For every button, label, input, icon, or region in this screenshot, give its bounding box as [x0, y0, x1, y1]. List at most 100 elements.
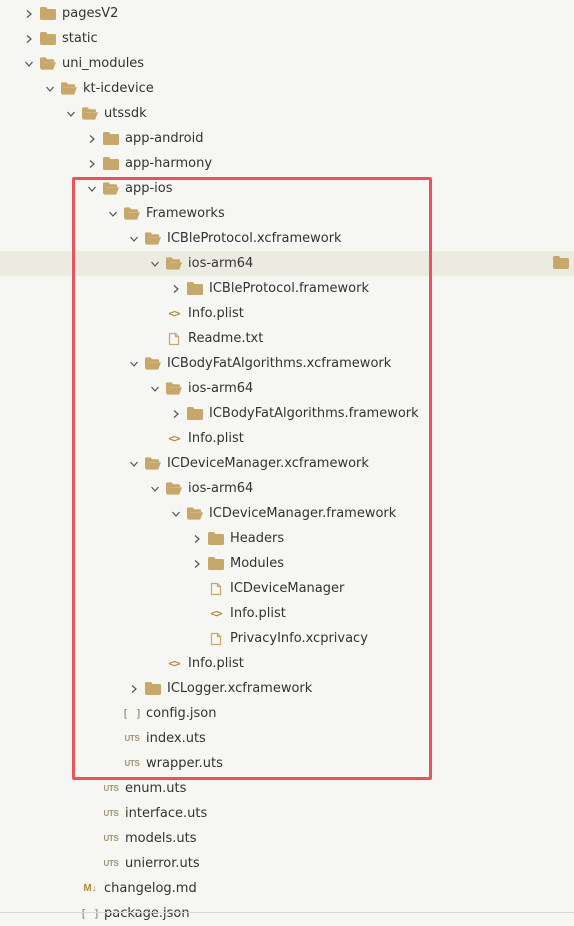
tree-folder[interactable]: ios-arm64 [0, 251, 574, 276]
tree-file[interactable]: UTS wrapper.uts [0, 751, 574, 776]
tree-folder[interactable]: utssdk [0, 101, 574, 126]
tree-folder[interactable]: ICBodyFatAlgorithms.xcframework [0, 351, 574, 376]
tree-file[interactable]: UTS unierror.uts [0, 851, 574, 876]
uts-file-icon: UTS [103, 826, 119, 851]
tree-folder[interactable]: static [0, 26, 574, 51]
tree-folder[interactable]: ICBodyFatAlgorithms.framework [0, 401, 574, 426]
file-explorer-tree: pagesV2 static uni_modules kt-icdevice utssd… [0, 0, 574, 921]
chevron-down-icon[interactable] [42, 76, 58, 101]
tree-folder[interactable]: ios-arm64 [0, 476, 574, 501]
tree-item-label: app-harmony [125, 156, 213, 171]
uts-glyph: UTS [103, 859, 119, 868]
uts-glyph: UTS [103, 834, 119, 843]
tree-item-label: uni_modules [62, 56, 145, 71]
chevron-right-icon[interactable] [189, 526, 205, 551]
folder-open-icon [124, 201, 140, 226]
tree-file[interactable]: [ ] config.json [0, 701, 574, 726]
tree-folder[interactable]: ICDeviceManager.framework [0, 501, 574, 526]
tree-file[interactable]: Readme.txt [0, 326, 574, 351]
tree-folder[interactable]: ios-arm64 [0, 376, 574, 401]
tree-file[interactable]: <> Info.plist [0, 601, 574, 626]
tree-folder[interactable]: app-ios [0, 176, 574, 201]
tree-folder[interactable]: pagesV2 [0, 1, 574, 26]
folder-open-icon [145, 451, 161, 476]
folder-open-icon [166, 476, 182, 501]
chevron-down-icon[interactable] [147, 376, 163, 401]
folder-icon [103, 151, 119, 176]
tree-item-label: ios-arm64 [188, 381, 254, 396]
chevron-down-icon[interactable] [105, 201, 121, 226]
tree-item-label: changelog.md [104, 881, 197, 896]
chevron-down-icon[interactable] [84, 176, 100, 201]
chevron-right-icon[interactable] [84, 151, 100, 176]
tree-folder[interactable]: Headers [0, 526, 574, 551]
tree-folder[interactable]: ICBleProtocol.xcframework [0, 226, 574, 251]
chevron-down-icon[interactable] [147, 251, 163, 276]
chevron-right-icon[interactable] [126, 676, 142, 701]
tree-folder[interactable]: ICDeviceManager.xcframework [0, 451, 574, 476]
tree-file[interactable]: UTS index.uts [0, 726, 574, 751]
chevron-down-icon[interactable] [126, 451, 142, 476]
uts-glyph: UTS [124, 734, 140, 743]
tree-file[interactable]: UTS models.uts [0, 826, 574, 851]
tree-file[interactable]: <> Info.plist [0, 426, 574, 451]
chevron-down-icon[interactable] [168, 501, 184, 526]
tree-item-label: ICDeviceManager.xcframework [167, 456, 369, 471]
tree-item-label: ICLogger.xcframework [167, 681, 313, 696]
tree-file[interactable]: [ ] package.json [0, 901, 574, 926]
tree-item-label: ios-arm64 [188, 256, 254, 271]
tree-item-label: package.json [104, 906, 190, 921]
tree-item-label: pagesV2 [62, 6, 119, 21]
tree-item-label: config.json [146, 706, 217, 721]
chevron-down-icon[interactable] [126, 226, 142, 251]
chevron-down-icon[interactable] [21, 51, 37, 76]
tree-item-label: Frameworks [146, 206, 225, 221]
tree-file[interactable]: PrivacyInfo.xcprivacy [0, 626, 574, 651]
tree-file[interactable]: UTS enum.uts [0, 776, 574, 801]
tree-item-label: utssdk [104, 106, 147, 121]
tree-file[interactable]: <> Info.plist [0, 301, 574, 326]
tree-file[interactable]: ICDeviceManager [0, 576, 574, 601]
file-icon [208, 576, 224, 601]
tree-folder[interactable]: ICLogger.xcframework [0, 676, 574, 701]
uts-file-icon: UTS [103, 776, 119, 801]
folder-icon [187, 401, 203, 426]
folder-icon [103, 126, 119, 151]
tree-folder[interactable]: Frameworks [0, 201, 574, 226]
tree-file[interactable]: <> Info.plist [0, 651, 574, 676]
tree-folder[interactable]: app-harmony [0, 151, 574, 176]
chevron-right-icon[interactable] [21, 1, 37, 26]
chevron-down-icon[interactable] [147, 476, 163, 501]
tree-folder[interactable]: Modules [0, 551, 574, 576]
tree-item-label: Modules [230, 556, 285, 571]
md-file-icon: M↓ [82, 876, 98, 901]
tree-item-label: ICBleProtocol.framework [209, 281, 369, 296]
tree-folder[interactable]: uni_modules [0, 51, 574, 76]
tree-folder[interactable]: app-android [0, 126, 574, 151]
chevron-down-icon[interactable] [126, 351, 142, 376]
tree-item-label: ios-arm64 [188, 481, 254, 496]
chevron-right-icon[interactable] [168, 276, 184, 301]
tree-file[interactable]: UTS interface.uts [0, 801, 574, 826]
chevron-right-icon[interactable] [84, 126, 100, 151]
tree-item-label: ICBodyFatAlgorithms.xcframework [167, 356, 392, 371]
folder-open-icon [145, 226, 161, 251]
tree-file[interactable]: M↓ changelog.md [0, 876, 574, 901]
tree-item-label: ICBleProtocol.xcframework [167, 231, 342, 246]
tree-folder[interactable]: ICBleProtocol.framework [0, 276, 574, 301]
chevron-right-icon[interactable] [168, 401, 184, 426]
tree-folder[interactable]: kt-icdevice [0, 76, 574, 101]
chevron-right-icon[interactable] [189, 551, 205, 576]
folder-icon [187, 276, 203, 301]
json-glyph: [ ] [80, 907, 100, 920]
chevron-down-icon[interactable] [63, 101, 79, 126]
uts-glyph: UTS [103, 809, 119, 818]
code-file-icon: <> [166, 651, 182, 676]
folder-open-icon [166, 376, 182, 401]
md-glyph: M↓ [83, 883, 97, 894]
json-file-icon: [ ] [122, 701, 142, 726]
chevron-right-icon[interactable] [21, 26, 37, 51]
tree-item-label: ICDeviceManager [230, 581, 345, 596]
